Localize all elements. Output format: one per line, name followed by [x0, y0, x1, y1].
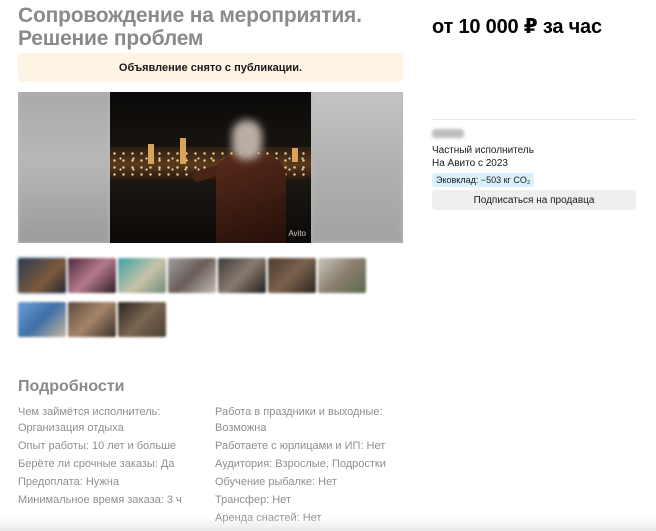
thumbnail-9[interactable]	[68, 302, 116, 337]
detail-min-order-time: Минимальное время заказа: 3 ч	[18, 494, 182, 506]
seller-name-blurred[interactable]	[432, 129, 464, 138]
subscribe-button[interactable]: Подписаться на продавца	[432, 190, 636, 210]
blurred-face	[232, 120, 262, 160]
seller-since: На Авито с 2023	[432, 158, 508, 169]
thumbnail-5[interactable]	[218, 258, 266, 293]
detail-holidays-label: Работа в праздники и выходные:	[215, 406, 383, 418]
detail-legal-entities: Работаете с юрлицами и ИП: Нет	[215, 440, 386, 452]
bottom-fade	[0, 517, 656, 531]
thumbnail-7[interactable]	[318, 258, 366, 293]
detail-urgent-orders: Берёте ли срочные заказы: Да	[18, 458, 175, 470]
unpublished-notice: Объявление снято с публикации.	[18, 53, 403, 82]
gallery-blur-right	[311, 92, 403, 243]
photo-gallery[interactable]: Avito	[18, 92, 403, 243]
detail-experience: Опыт работы: 10 лет и больше	[18, 440, 177, 452]
thumbnail-2[interactable]	[68, 258, 116, 293]
detail-prepayment: Предоплата: Нужна	[18, 476, 119, 488]
avito-watermark: Avito	[288, 229, 306, 238]
thumbnail-6[interactable]	[268, 258, 316, 293]
seller-type: Частный исполнитель	[432, 145, 534, 156]
detail-holidays-value: Возможна	[215, 422, 267, 434]
listing-title: Сопровождение на мероприятия. Решение пр…	[18, 4, 362, 50]
details-right-column: Работа в праздники и выходные: Возможна …	[215, 403, 415, 527]
thumbnail-8[interactable]	[18, 302, 66, 337]
detail-activity-value: Организация отдыха	[18, 422, 124, 434]
seller-card: Частный исполнитель На Авито с 2023 Эков…	[432, 119, 636, 188]
details-heading: Подробности	[18, 378, 125, 395]
main-photo[interactable]: Avito	[110, 92, 311, 243]
thumbnail-4[interactable]	[168, 258, 216, 293]
gallery-blur-left	[18, 92, 110, 243]
detail-activity-label: Чем займётся исполнитель:	[18, 406, 161, 418]
listing-price: от 10 000 ₽ за час	[432, 16, 602, 38]
details-left-column: Чем займётся исполнитель: Организация от…	[18, 403, 208, 509]
unpublished-notice-text: Объявление снято с публикации.	[118, 61, 303, 74]
detail-transfer: Трансфер: Нет	[215, 494, 292, 506]
thumbnail-3[interactable]	[118, 258, 166, 293]
thumbnail-1[interactable]	[16, 256, 68, 295]
detail-audience: Аудитория: Взрослые, Подростки	[215, 458, 386, 470]
detail-fishing-training: Обучение рыбалке: Нет	[215, 476, 337, 488]
eco-contribution-badge[interactable]: Эковклад: −503 кг CO₂	[432, 173, 535, 187]
thumbnail-10[interactable]	[118, 302, 166, 337]
